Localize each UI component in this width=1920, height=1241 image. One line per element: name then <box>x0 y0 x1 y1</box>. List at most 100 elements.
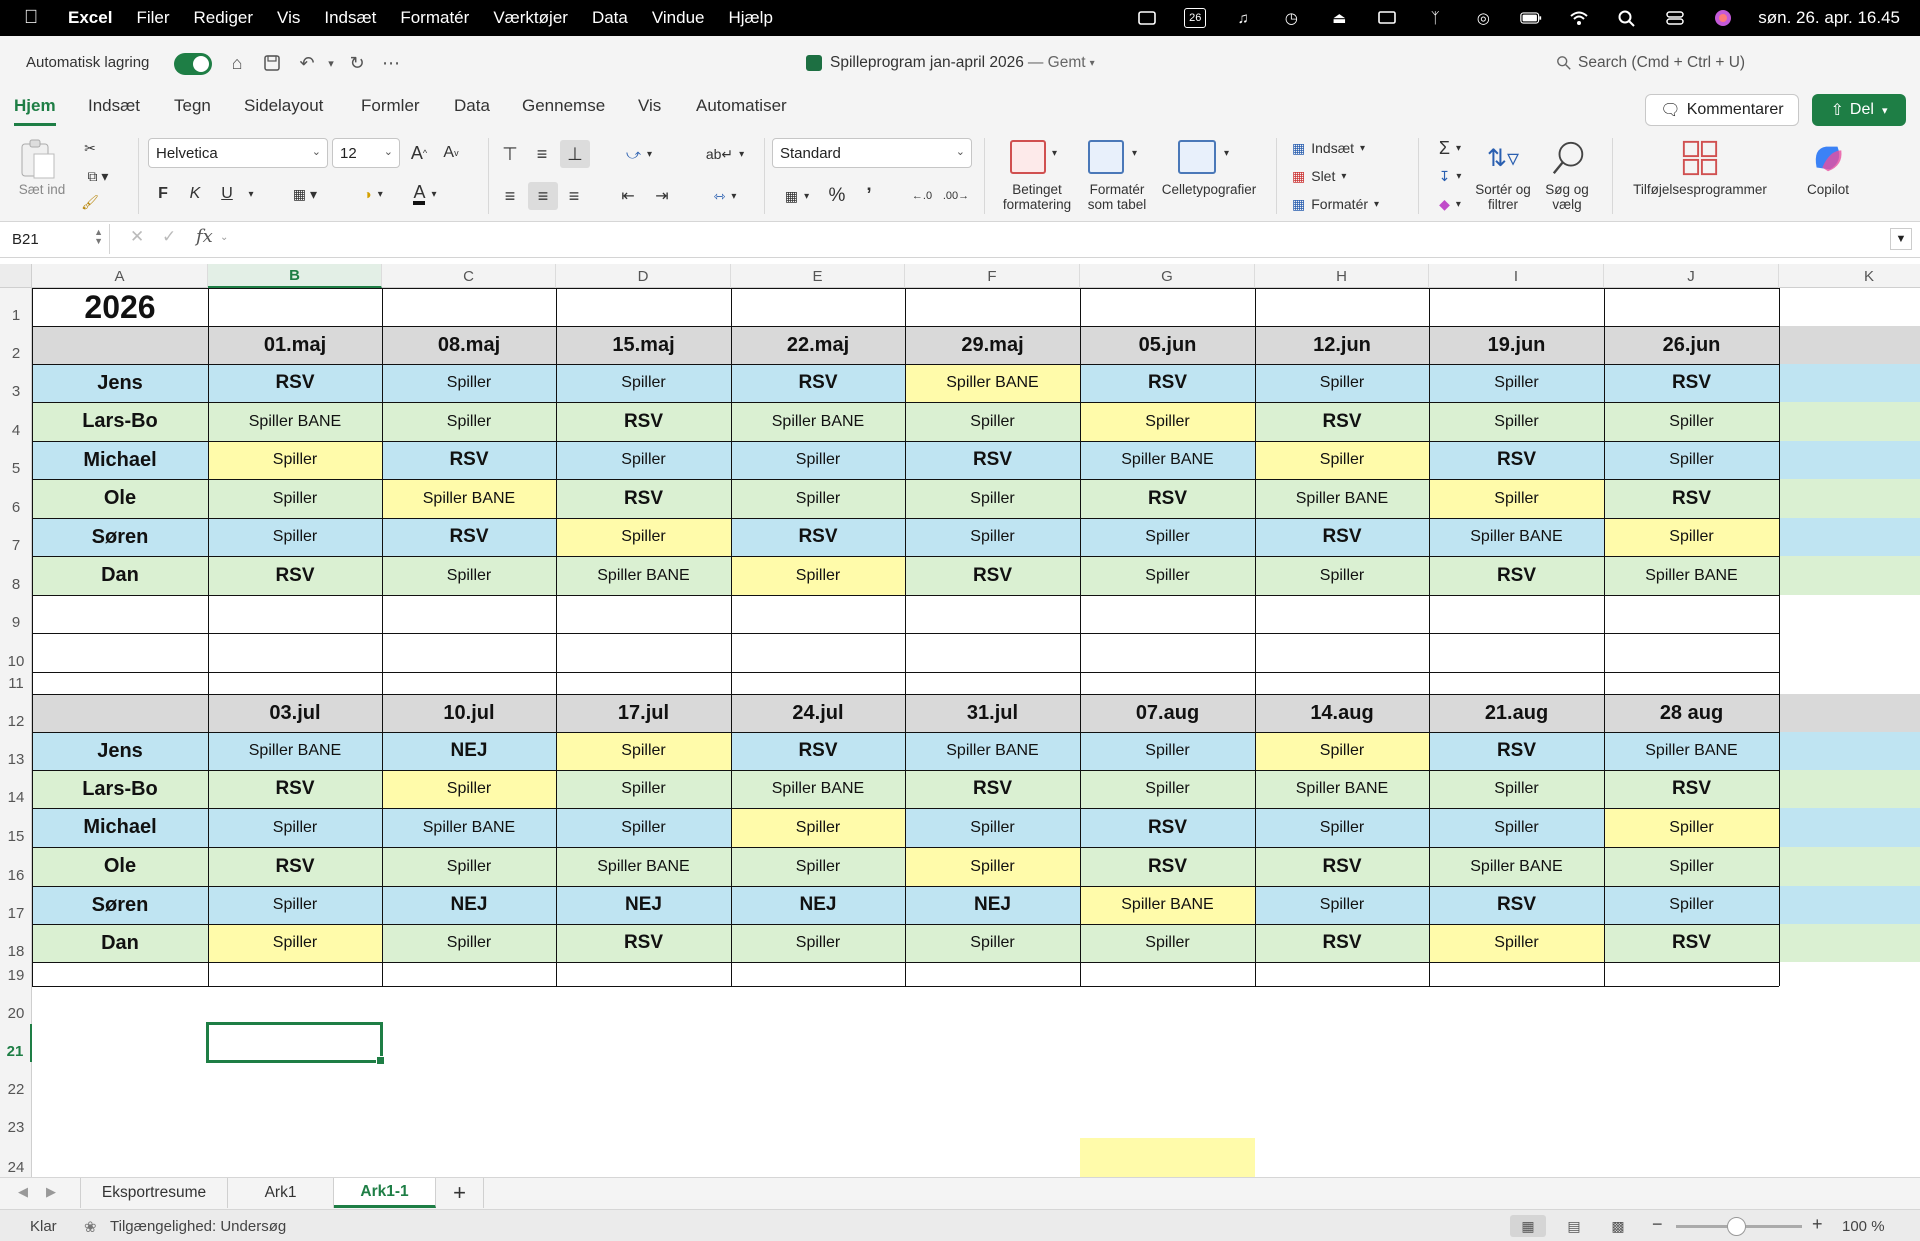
zoom-level[interactable]: 100 % <box>1842 1218 1885 1235</box>
redo-icon[interactable]: ↻ <box>344 50 370 76</box>
italic-button[interactable]: K <box>184 182 206 206</box>
column-header-d[interactable]: D <box>556 264 731 288</box>
paste-icon[interactable] <box>18 138 58 180</box>
row-header-16[interactable]: 16 <box>0 847 32 886</box>
schedule-cell[interactable]: RSV <box>1429 886 1604 924</box>
schedule-cell[interactable]: Spiller <box>1080 732 1255 770</box>
zoom-in-icon[interactable]: + <box>1812 1214 1823 1235</box>
schedule-cell[interactable]: Spiller BANE <box>731 402 905 441</box>
highlighted-empty-cell[interactable] <box>1080 1138 1255 1177</box>
schedule-cell[interactable]: Spiller BANE <box>208 402 382 441</box>
date-header[interactable]: 31.jul <box>905 694 1080 732</box>
font-size-select[interactable]: 12 ⌄ <box>332 138 400 168</box>
row-fill[interactable] <box>1779 847 1920 886</box>
grow-font-icon[interactable]: A ^ <box>406 140 432 166</box>
menu-formater[interactable]: Formatér <box>400 8 469 28</box>
column-header-j[interactable]: J <box>1604 264 1779 288</box>
schedule-cell[interactable]: NEJ <box>382 886 556 924</box>
schedule-cell[interactable]: RSV <box>905 556 1080 595</box>
schedule-cell[interactable]: Spiller BANE <box>556 556 731 595</box>
schedule-cell[interactable]: Spiller <box>208 479 382 518</box>
schedule-cell[interactable]: Spiller <box>1080 924 1255 962</box>
row-header-6[interactable]: 6 <box>0 479 32 518</box>
column-header-e[interactable]: E <box>731 264 905 288</box>
schedule-cell[interactable]: RSV <box>1255 402 1429 441</box>
schedule-cell[interactable]: Spiller <box>1604 402 1779 441</box>
schedule-cell[interactable]: Spiller <box>1080 402 1255 441</box>
date-header[interactable]: 07.aug <box>1080 694 1255 732</box>
add-sheet-icon[interactable]: + <box>436 1178 484 1208</box>
schedule-cell[interactable]: RSV <box>731 364 905 402</box>
piano-icon[interactable]: ♫ <box>1232 8 1254 28</box>
align-middle-icon[interactable]: ≡ <box>528 140 556 168</box>
schedule-cell[interactable]: RSV <box>208 556 382 595</box>
orientation-icon[interactable]: ⤻ ▾ <box>614 140 664 168</box>
function-icon[interactable]: fx <box>196 226 213 247</box>
schedule-cell[interactable]: Spiller <box>208 518 382 556</box>
merge-center-icon[interactable]: ⇿ ▾ <box>700 182 750 210</box>
copilot-label[interactable]: Copilot <box>1790 182 1866 197</box>
menu-data[interactable]: Data <box>592 8 628 28</box>
row-fill[interactable] <box>1779 326 1920 364</box>
schedule-cell[interactable]: Spiller BANE <box>1255 479 1429 518</box>
row-header-2[interactable]: 2 <box>0 326 32 364</box>
date-header[interactable]: 01.maj <box>208 326 382 364</box>
display-icon[interactable] <box>1376 8 1398 28</box>
share-button[interactable]: ⇧ Del ▾ <box>1812 94 1906 126</box>
row-header-24[interactable]: 24 <box>0 1138 32 1177</box>
tab-gennemse[interactable]: Gennemse <box>522 96 605 126</box>
row-header-23[interactable]: 23 <box>0 1100 32 1138</box>
date-header-corner[interactable] <box>32 326 208 364</box>
player-name[interactable]: Søren <box>32 518 208 556</box>
schedule-cell[interactable]: RSV <box>1429 556 1604 595</box>
row-header-12[interactable]: 12 <box>0 694 32 732</box>
accessibility-icon[interactable]: ❀ <box>84 1218 97 1236</box>
menubar-clock[interactable]: søn. 26. apr. 16.45 <box>1758 8 1900 28</box>
airdrop-icon[interactable]: ◎ <box>1472 8 1494 28</box>
player-name[interactable]: Lars-Bo <box>32 402 208 441</box>
zoom-out-icon[interactable]: − <box>1652 1214 1663 1235</box>
addins-label[interactable]: Tilføjelsesprogrammer <box>1624 182 1776 197</box>
schedule-cell[interactable]: RSV <box>1604 770 1779 808</box>
schedule-cell[interactable]: Spiller <box>1255 556 1429 595</box>
schedule-cell[interactable]: Spiller <box>1429 364 1604 402</box>
sheet-tab-ark1[interactable]: Ark1 <box>228 1178 334 1208</box>
schedule-cell[interactable]: Spiller <box>1604 441 1779 479</box>
row-fill[interactable] <box>1779 886 1920 924</box>
schedule-cell[interactable]: Spiller <box>208 886 382 924</box>
column-header-b[interactable]: B <box>208 264 382 288</box>
row-fill[interactable] <box>1779 770 1920 808</box>
format-painter-icon[interactable]: 🖌 <box>78 190 102 214</box>
date-header[interactable]: 12.jun <box>1255 326 1429 364</box>
sheet-next-icon[interactable]: ▶ <box>46 1184 56 1200</box>
document-title[interactable]: Spilleprogram jan-april 2026 — Gemt ▾ <box>806 54 1095 72</box>
schedule-cell[interactable]: Spiller BANE <box>382 808 556 847</box>
row-header-3[interactable]: 3 <box>0 364 32 402</box>
schedule-cell[interactable]: Spiller <box>382 556 556 595</box>
comments-button[interactable]: 🗨 Kommentarer <box>1645 94 1799 126</box>
row-fill[interactable] <box>1779 808 1920 847</box>
wrap-text-icon[interactable]: ab↵ ▾ <box>700 140 750 168</box>
time-machine-icon[interactable]: ◷ <box>1280 8 1302 28</box>
schedule-cell[interactable]: RSV <box>556 402 731 441</box>
schedule-cell[interactable]: Spiller BANE <box>1255 770 1429 808</box>
number-format-select[interactable]: Standard ⌄ <box>772 138 972 168</box>
player-name[interactable]: Søren <box>32 886 208 924</box>
cancel-icon[interactable]: ✕ <box>130 227 144 247</box>
tab-hjem[interactable]: Hjem <box>14 96 56 126</box>
schedule-cell[interactable]: NEJ <box>382 732 556 770</box>
row-header-5[interactable]: 5 <box>0 441 32 479</box>
cell-styles-label[interactable]: Celletypografier <box>1156 182 1262 197</box>
align-top-icon[interactable]: ⊤ <box>496 140 524 168</box>
schedule-cell[interactable]: Spiller <box>382 924 556 962</box>
row-fill[interactable] <box>1779 732 1920 770</box>
cut-icon[interactable]: ✂ <box>78 136 102 160</box>
schedule-cell[interactable]: Spiller <box>1604 847 1779 886</box>
row-header-10[interactable]: 10 <box>0 633 32 672</box>
row-header-21[interactable]: 21 <box>0 1024 32 1062</box>
undo-dropdown-icon[interactable]: ▾ <box>318 50 344 76</box>
row-fill[interactable] <box>1779 518 1920 556</box>
menu-vindue[interactable]: Vindue <box>652 8 705 28</box>
function-chevron-icon[interactable]: ⌄ <box>220 232 228 243</box>
row-fill[interactable] <box>1779 694 1920 732</box>
